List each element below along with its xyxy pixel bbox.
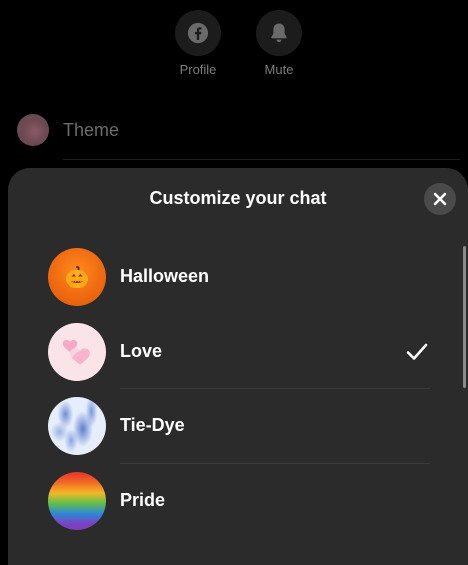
scrollbar[interactable]	[463, 246, 466, 388]
close-button[interactable]	[424, 183, 456, 215]
customize-chat-sheet: Customize your chat Halloween Love Tie-D…	[8, 168, 468, 565]
theme-name: Love	[120, 340, 163, 361]
top-actions: Profile Mute	[0, 10, 468, 80]
pumpkin-icon	[66, 266, 88, 288]
tie-dye-thumbnail	[48, 397, 106, 455]
profile-button[interactable]	[175, 10, 221, 56]
theme-preview-icon	[17, 114, 49, 146]
pride-thumbnail	[48, 471, 106, 530]
divider	[63, 159, 460, 160]
facebook-icon	[187, 22, 209, 44]
mute-action[interactable]: Mute	[244, 10, 314, 77]
love-thumbnail	[48, 322, 106, 381]
screen: Profile Mute Theme Customize your chat H…	[0, 0, 468, 565]
checkmark-icon	[406, 343, 428, 360]
profile-label: Profile	[179, 62, 217, 77]
theme-option-pride[interactable]: Pride	[8, 464, 458, 539]
mute-label: Mute	[264, 62, 294, 77]
bell-icon	[271, 23, 287, 43]
theme-name: Tie-Dye	[120, 415, 185, 435]
profile-action[interactable]: Profile	[163, 10, 233, 77]
mute-button[interactable]	[256, 10, 302, 56]
halloween-thumbnail	[48, 248, 106, 306]
sheet-title: Customize your chat	[149, 188, 327, 208]
close-icon	[433, 192, 447, 206]
theme-option-halloween[interactable]: Halloween	[8, 240, 458, 315]
theme-option-love[interactable]: Love	[8, 315, 458, 389]
theme-name: Halloween	[120, 266, 210, 286]
hearts-icon	[62, 339, 90, 365]
theme-setting-row[interactable]: Theme	[0, 112, 468, 160]
theme-name: Pride	[120, 489, 166, 510]
theme-option-tie-dye[interactable]: Tie-Dye	[8, 389, 458, 464]
theme-list: Halloween Love Tie-Dye Pride	[8, 240, 458, 538]
theme-setting-label: Theme	[63, 120, 120, 140]
